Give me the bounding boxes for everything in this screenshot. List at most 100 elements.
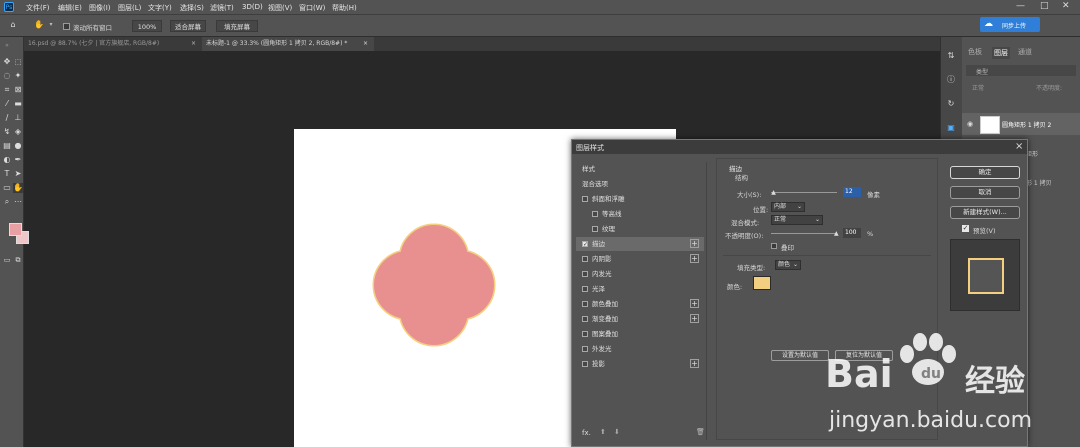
- hand-tool-icon[interactable]: ✋: [34, 20, 44, 30]
- home-icon[interactable]: ⌂: [8, 20, 18, 30]
- screen-mode-icon[interactable]: ⧉: [13, 255, 23, 265]
- style-list-item[interactable]: 渐变叠加 +: [576, 312, 704, 326]
- blur-tool-icon[interactable]: ●: [13, 141, 23, 151]
- maximize-button[interactable]: □: [1040, 1, 1049, 11]
- style-checkbox[interactable]: [582, 271, 588, 277]
- style-list-item[interactable]: 内发光: [576, 267, 704, 281]
- set-default-button[interactable]: 设置为默认值: [771, 350, 829, 361]
- position-select[interactable]: 内部 ⌄: [771, 202, 805, 212]
- quatrefoil-shape[interactable]: [372, 223, 496, 347]
- minimize-button[interactable]: —: [1016, 1, 1025, 11]
- history-brush-icon[interactable]: ↯: [2, 127, 12, 137]
- marquee-tool-icon[interactable]: ⬚: [13, 57, 23, 67]
- menu-view[interactable]: 视图(V): [268, 3, 292, 13]
- delete-style-icon[interactable]: 🗑: [696, 428, 705, 436]
- document-tab-active[interactable]: 未标题-1 @ 33.3% (圆角矩形 1 拷贝 2, RGB/8#) * ×: [202, 37, 374, 51]
- style-checkbox[interactable]: [592, 226, 598, 232]
- layer-filter[interactable]: 类型: [966, 65, 1076, 76]
- style-list-item[interactable]: 等高线: [576, 207, 704, 221]
- crop-tool-icon[interactable]: ⌗: [2, 85, 12, 95]
- size-slider-track[interactable]: [771, 192, 837, 193]
- collapse-arrows-icon[interactable]: »: [2, 41, 12, 51]
- style-list-item[interactable]: 光泽: [576, 282, 704, 296]
- dodge-tool-icon[interactable]: ◐: [2, 155, 12, 165]
- menu-help[interactable]: 帮助(H): [332, 3, 357, 13]
- gradient-tool-icon[interactable]: ▤: [2, 141, 12, 151]
- style-list-item[interactable]: 纹理: [576, 222, 704, 236]
- close-tab-icon[interactable]: ×: [363, 37, 368, 51]
- stamp-tool-icon[interactable]: ⊥: [13, 113, 23, 123]
- style-checkbox[interactable]: [582, 346, 588, 352]
- style-checkbox[interactable]: [582, 286, 588, 292]
- style-list-item[interactable]: 内阴影 +: [576, 252, 704, 266]
- brush-tool-icon[interactable]: ∕: [2, 113, 12, 123]
- fit-screen-button[interactable]: 适合屏幕: [170, 20, 206, 32]
- menu-image[interactable]: 图像(I): [89, 3, 111, 13]
- foreground-color-swatch[interactable]: [9, 223, 22, 236]
- move-down-icon[interactable]: ⬇: [614, 428, 620, 436]
- eraser-tool-icon[interactable]: ◈: [13, 127, 23, 137]
- pen-tool-icon[interactable]: ✒: [13, 155, 23, 165]
- adjustments-panel-icon[interactable]: ↻: [946, 99, 956, 109]
- style-list-item[interactable]: 斜面和浮雕: [576, 192, 704, 206]
- scroll-all-windows-checkbox[interactable]: [63, 23, 70, 30]
- menu-layer[interactable]: 图层(L): [118, 3, 141, 13]
- frame-tool-icon[interactable]: ⊠: [13, 85, 23, 95]
- size-input[interactable]: 12: [843, 187, 861, 197]
- move-tool-icon[interactable]: ✥: [2, 57, 12, 67]
- close-tab-icon[interactable]: ×: [191, 37, 196, 51]
- fill-type-select[interactable]: 颜色 ⌄: [775, 260, 801, 270]
- menu-select[interactable]: 选择(S): [180, 3, 204, 13]
- style-list-item[interactable]: 投影 +: [576, 357, 704, 371]
- style-list-item[interactable]: 样式: [576, 162, 704, 176]
- quick-mask-icon[interactable]: ▭: [2, 255, 12, 265]
- style-checkbox[interactable]: [582, 361, 588, 367]
- eye-icon[interactable]: ◉: [967, 120, 973, 128]
- size-slider-thumb[interactable]: ▲: [771, 189, 776, 196]
- add-style-icon[interactable]: +: [690, 299, 699, 308]
- zoom-100-button[interactable]: 100%: [132, 20, 162, 32]
- tab-layers[interactable]: 图层: [992, 47, 1010, 59]
- cancel-button[interactable]: 取消: [950, 186, 1020, 199]
- more-tools-icon[interactable]: ⋯: [13, 197, 23, 207]
- eyedropper-icon[interactable]: ⁄: [2, 99, 12, 109]
- lasso-tool-icon[interactable]: ◌: [2, 71, 12, 81]
- add-style-icon[interactable]: +: [690, 254, 699, 263]
- magic-wand-icon[interactable]: ✦: [13, 71, 23, 81]
- zoom-tool-icon[interactable]: ⌕: [2, 197, 12, 207]
- style-list-item[interactable]: 图案叠加: [576, 327, 704, 341]
- menu-type[interactable]: 文字(Y): [148, 3, 172, 13]
- add-style-icon[interactable]: +: [690, 359, 699, 368]
- info-panel-icon[interactable]: ⓘ: [946, 75, 956, 85]
- properties-panel-icon[interactable]: ▣: [946, 123, 956, 133]
- path-select-icon[interactable]: ➤: [13, 169, 23, 179]
- move-up-icon[interactable]: ⬆: [600, 428, 606, 436]
- opacity-input[interactable]: 100: [843, 228, 861, 238]
- style-list-item[interactable]: ✓ 描边 +: [576, 237, 704, 251]
- dialog-close-icon[interactable]: ×: [1015, 141, 1023, 152]
- tab-channels[interactable]: 通道: [1018, 47, 1032, 57]
- blend-mode-select[interactable]: 正常 ⌄: [771, 215, 823, 225]
- ok-button[interactable]: 确定: [950, 166, 1020, 179]
- style-checkbox[interactable]: [582, 196, 588, 202]
- style-checkbox[interactable]: [582, 256, 588, 262]
- add-style-icon[interactable]: +: [690, 314, 699, 323]
- style-checkbox[interactable]: [592, 211, 598, 217]
- layer-name[interactable]: 形 1 拷贝: [1026, 178, 1052, 187]
- menu-edit[interactable]: 编辑(E): [58, 3, 82, 13]
- style-list-item[interactable]: 外发光: [576, 342, 704, 356]
- history-panel-icon[interactable]: ⇅: [946, 51, 956, 61]
- style-list-item[interactable]: 颜色叠加 +: [576, 297, 704, 311]
- stroke-color-swatch[interactable]: [753, 276, 771, 290]
- overprint-checkbox[interactable]: [771, 243, 777, 249]
- document-tab[interactable]: 16.psd @ 88.7% (七夕 | 官方旗舰店, RGB/8#) ×: [24, 37, 202, 51]
- healing-brush-icon[interactable]: ▬: [13, 99, 23, 109]
- shape-tool-icon[interactable]: ▭: [2, 183, 12, 193]
- opacity-slider-thumb[interactable]: ▲: [834, 230, 839, 237]
- tab-swatches[interactable]: 色板: [968, 47, 982, 57]
- style-checkbox[interactable]: ✓: [582, 241, 588, 248]
- new-style-button[interactable]: 新建样式(W)...: [950, 206, 1020, 219]
- style-checkbox[interactable]: [582, 301, 588, 307]
- style-checkbox[interactable]: [582, 316, 588, 322]
- style-list-item[interactable]: 混合选项: [576, 177, 704, 191]
